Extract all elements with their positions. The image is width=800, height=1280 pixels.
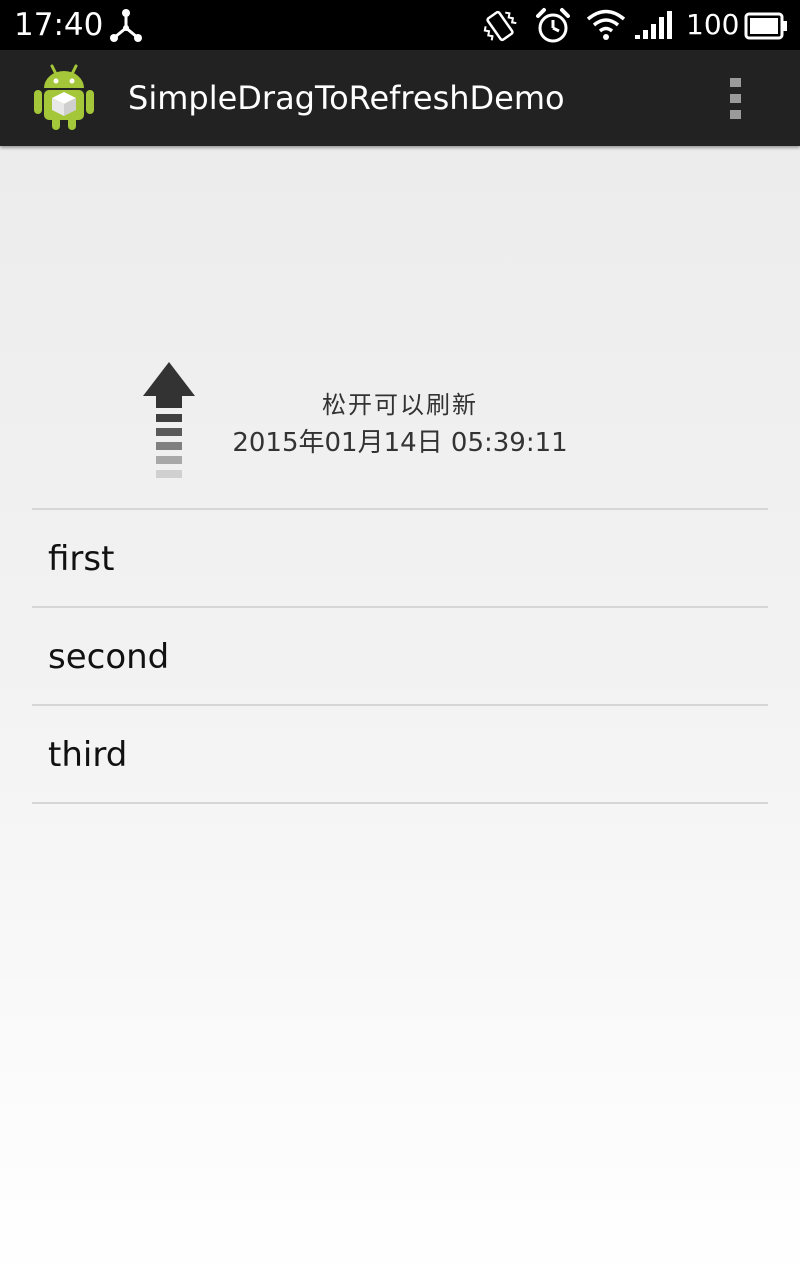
overflow-dot	[730, 94, 741, 103]
status-bar: 17:40 100	[0, 0, 800, 50]
signal-icon	[634, 10, 674, 44]
list-divider	[32, 802, 768, 804]
arrow-up-icon	[140, 360, 198, 484]
alarm-icon	[534, 7, 572, 49]
battery-percent: 100	[686, 8, 740, 41]
usb-debug-icon	[108, 8, 144, 48]
app-title: SimpleDragToRefreshDemo	[128, 79, 565, 117]
battery-icon	[744, 12, 788, 44]
list-view[interactable]: first second third	[32, 508, 768, 804]
refresh-texts: 松开可以刷新 2015年01月14日 05:39:11	[200, 386, 600, 462]
content-area[interactable]: 松开可以刷新 2015年01月14日 05:39:11 first second…	[0, 146, 800, 1280]
overflow-dot	[730, 110, 741, 119]
action-bar: SimpleDragToRefreshDemo	[0, 50, 800, 146]
last-updated-time: 2015年01月14日 05:39:11	[232, 428, 568, 458]
refresh-status-text: 松开可以刷新	[322, 391, 478, 419]
vibrate-icon	[480, 8, 520, 48]
overflow-dot	[730, 78, 741, 87]
list-item[interactable]: third	[32, 706, 768, 802]
list-item-label: first	[48, 539, 115, 579]
list-item[interactable]: second	[32, 608, 768, 704]
overflow-menu-icon[interactable]	[718, 70, 754, 126]
list-item-label: third	[48, 735, 128, 775]
android-app-icon[interactable]	[32, 62, 96, 132]
status-time: 17:40	[14, 7, 104, 43]
wifi-icon	[586, 8, 626, 46]
list-item-label: second	[48, 637, 170, 677]
list-item[interactable]: first	[32, 510, 768, 606]
pull-to-refresh-header: 松开可以刷新 2015年01月14日 05:39:11	[0, 146, 800, 508]
